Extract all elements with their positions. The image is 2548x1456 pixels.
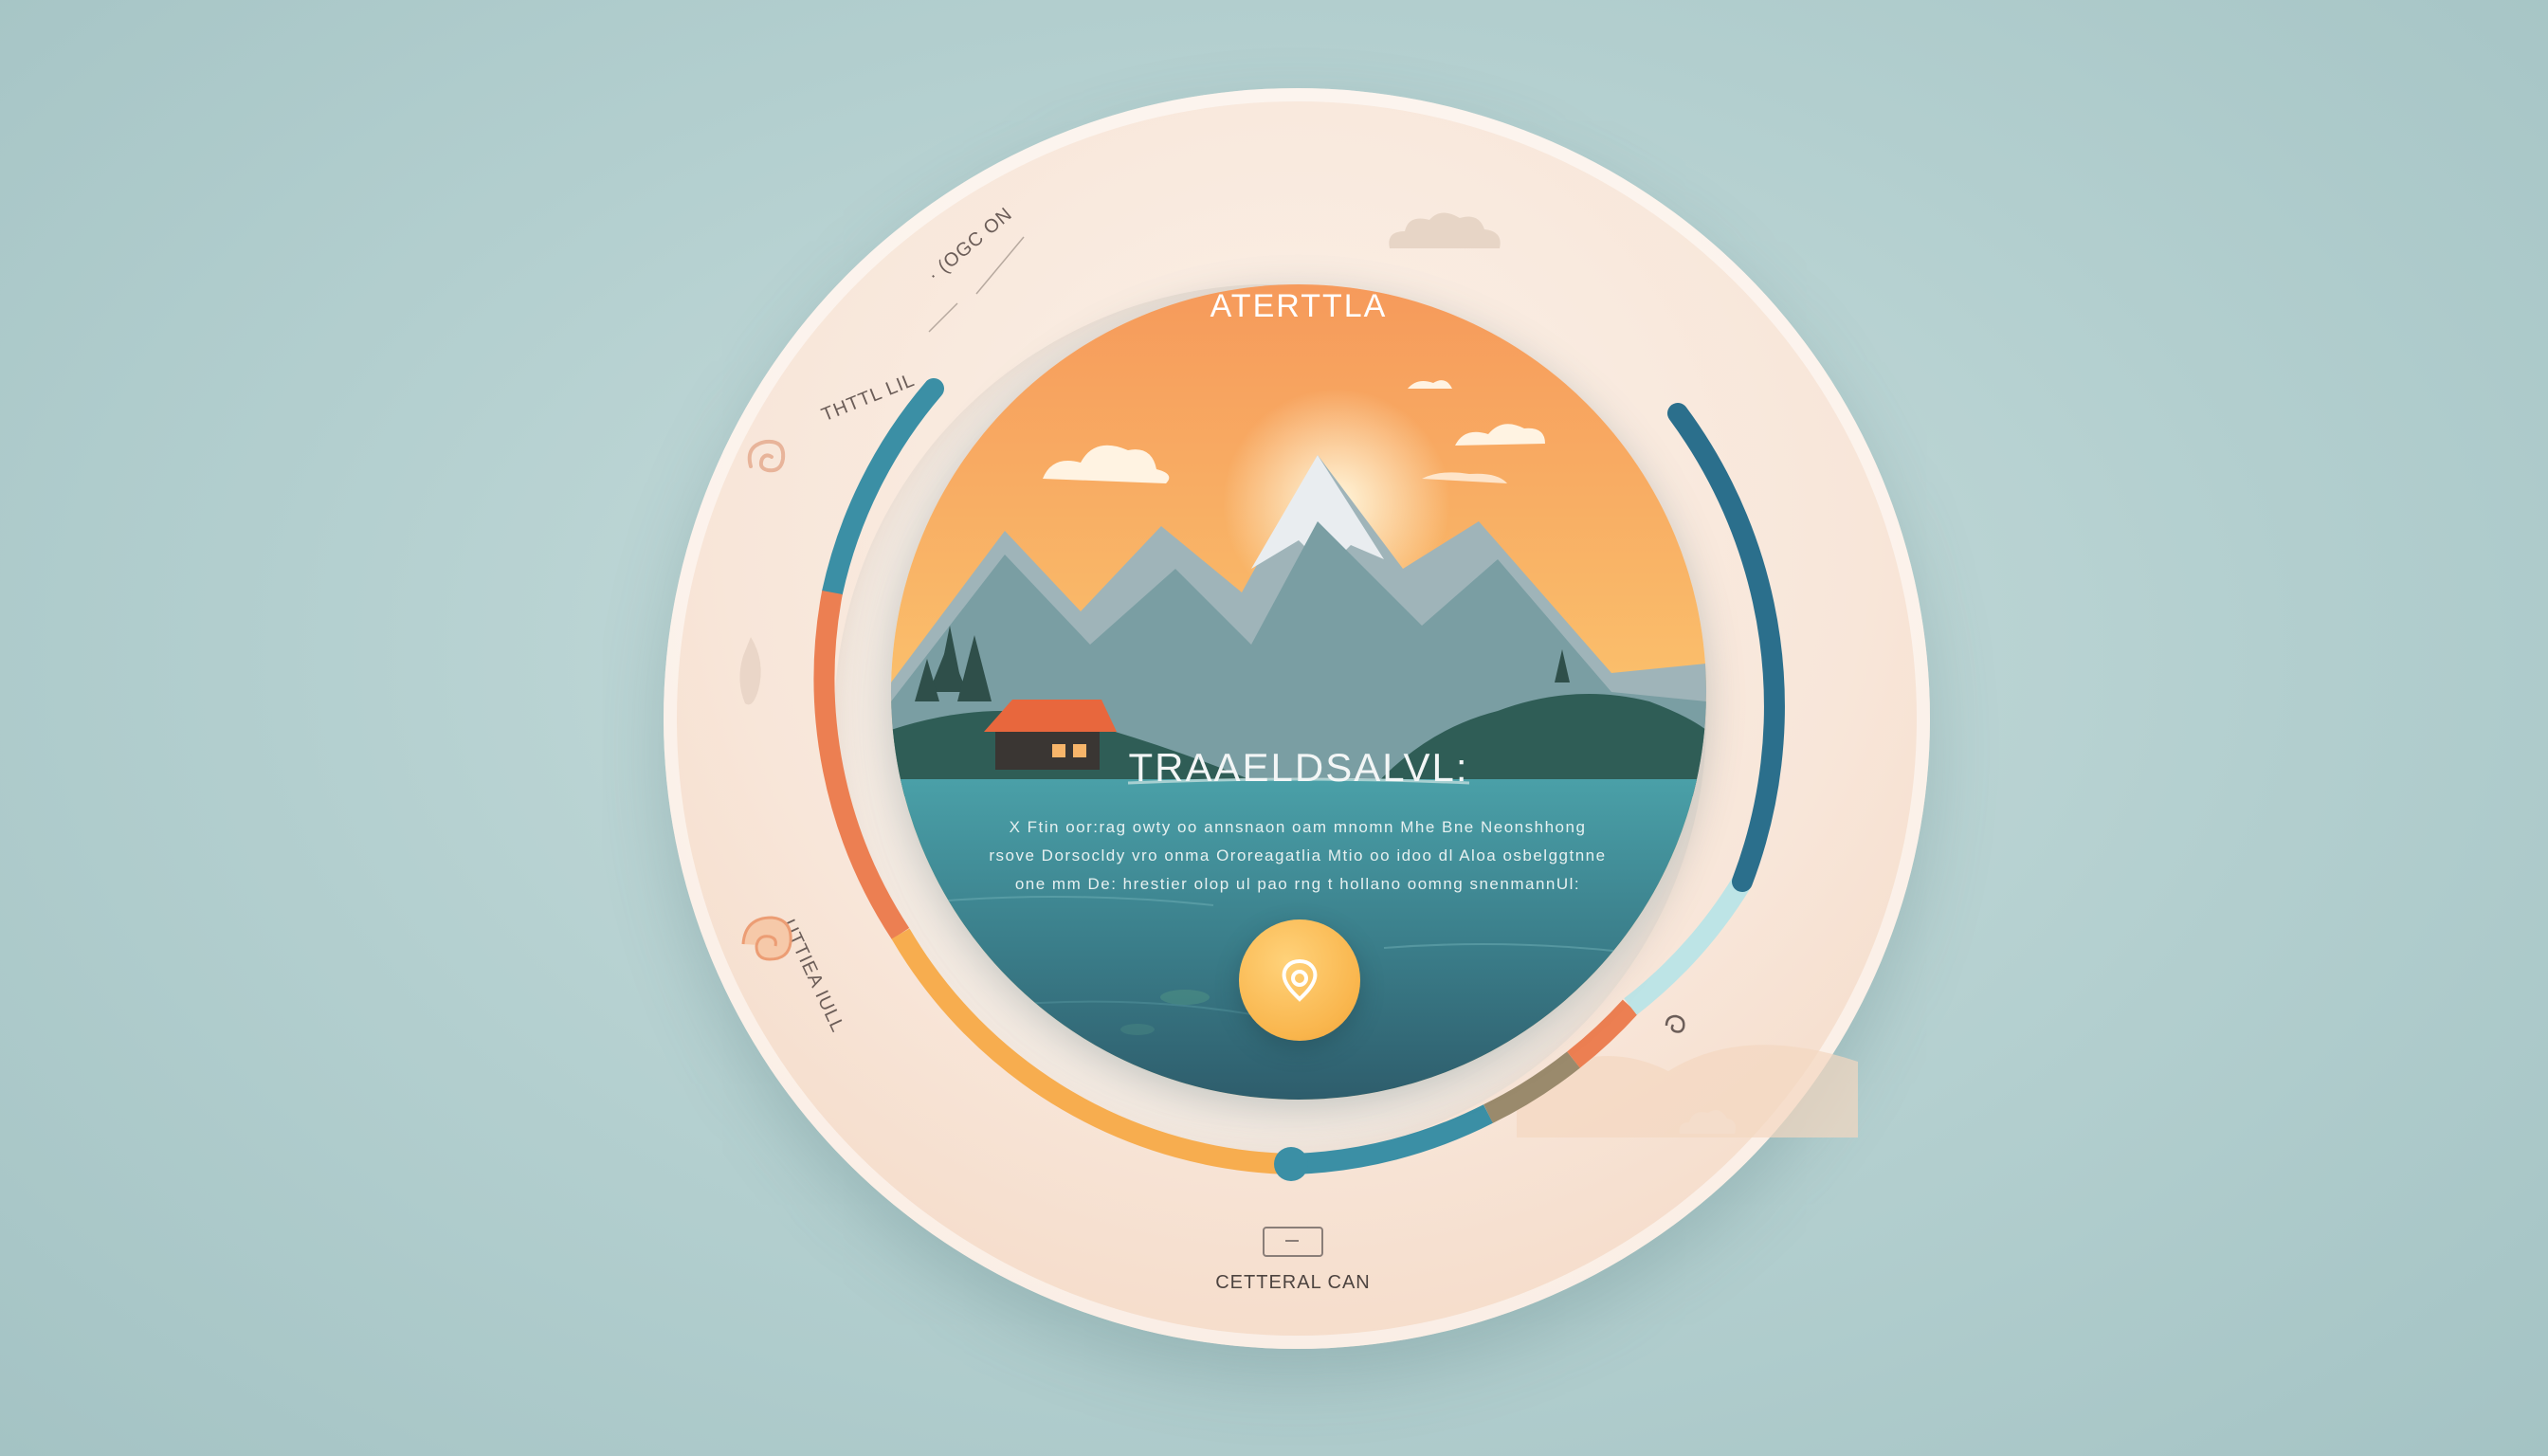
body-line: one mm De: hrestier olop ul pao rng t ho… (1014, 875, 1581, 893)
location-pin-icon (1282, 958, 1318, 1002)
scene-body: X Ftin oor:rag owty oo annsnaon oam mnom… (982, 813, 1613, 899)
location-button[interactable] (1239, 919, 1360, 1041)
spiral-shell-icon (741, 916, 792, 961)
scene-headline: TRAAELDSALVL: (1128, 745, 1469, 790)
footer-label[interactable]: CETTERAL CAN (1179, 1272, 1407, 1294)
app-stage: ATERTTLA TRAAELDSALVL: X Ftin oor:rag ow… (0, 0, 2548, 1456)
cloud-icon (1389, 212, 1501, 248)
footer-toggle-button[interactable] (1263, 1227, 1323, 1257)
body-line: rsove Dorsocldy vro onma Ororeagatlia Mt… (989, 846, 1607, 864)
scene-title: ATERTTLA (1210, 288, 1388, 324)
leaf-icon (739, 637, 761, 705)
small-swirl-icon (1665, 1014, 1685, 1033)
label-leader-lines (928, 236, 1025, 333)
body-line: X Ftin oor:rag owty oo annsnaon oam mnom… (1009, 818, 1587, 836)
swirl-icon (747, 439, 786, 473)
